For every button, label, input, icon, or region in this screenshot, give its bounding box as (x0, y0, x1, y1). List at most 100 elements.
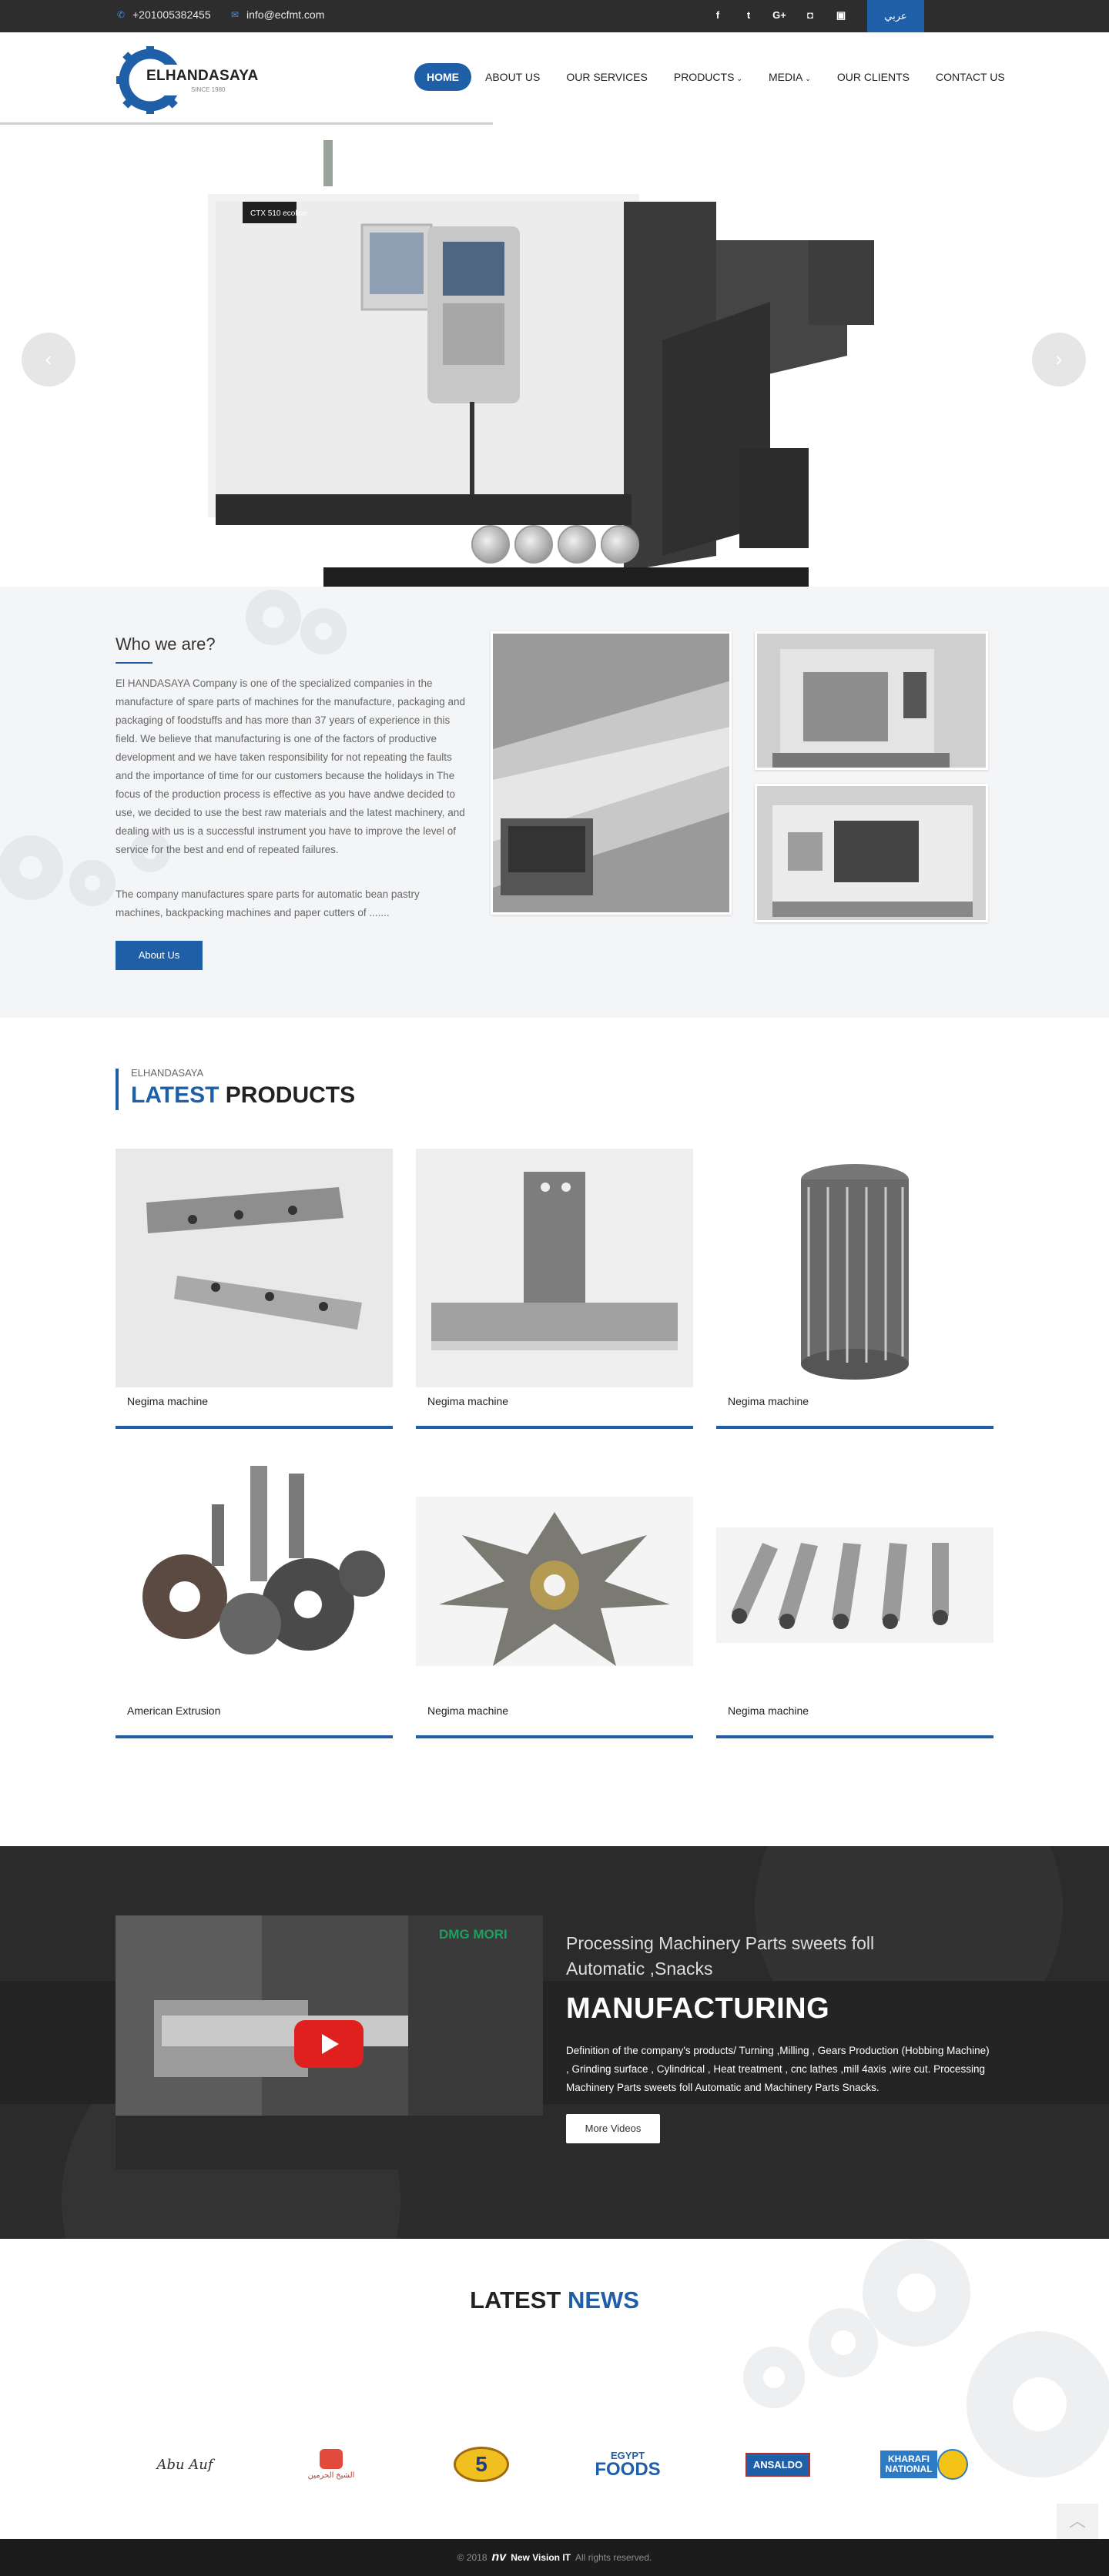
product-card[interactable]: Negima machine (416, 1458, 693, 1746)
product-card[interactable]: Negima machine (116, 1149, 393, 1437)
product-image (716, 1149, 993, 1387)
latest-products-section: ELHANDASAYA LATEST PRODUCTS Negima machi… (0, 1018, 1109, 1846)
social-links: f t G+ ◘ ▣ (702, 8, 856, 23)
about-image-milling-center (755, 631, 988, 770)
product-name: Negima machine (127, 1395, 209, 1407)
nav-item-contact-us[interactable]: CONTACT US (923, 63, 1017, 91)
logo-since: SINCE 1980 (191, 86, 226, 93)
client-logo-five[interactable]: 5 (447, 2441, 516, 2487)
slider-thumbnail[interactable] (514, 525, 553, 564)
slider-thumbnail[interactable] (471, 525, 510, 564)
news-title-dark: LATEST (470, 2287, 568, 2313)
product-image (116, 1458, 393, 1697)
more-videos-button[interactable]: More Videos (566, 2114, 660, 2143)
slider-thumbnail[interactable] (601, 525, 639, 564)
manufacturing-section: DMG MORI Processing Machinery Parts swee… (0, 1846, 1109, 2239)
about-paragraph-1: El HANDASAYA Company is one of the speci… (116, 677, 466, 855)
product-card-underline (116, 1426, 393, 1429)
slider-thumbnail[interactable] (558, 525, 596, 564)
product-image (416, 1458, 693, 1697)
scroll-to-top-button[interactable]: ︿ (1057, 2504, 1098, 2539)
video-player[interactable]: DMG MORI (116, 1915, 543, 2170)
news-title-highlight: NEWS (567, 2287, 639, 2313)
copyright-year: © 2018 (457, 2552, 487, 2563)
youtube-icon[interactable]: ▣ (826, 8, 856, 23)
phone-link[interactable]: ✆ +201005382455 (117, 8, 211, 21)
play-icon (322, 2034, 339, 2054)
clients-logo-strip: Abu Auf الشيخ الحرمين 5 EGYPT FOODS ANSA… (116, 2441, 993, 2495)
footer: © 2018 nv New Vision IT All rights reser… (0, 2539, 1109, 2576)
manufacturing-subtitle: Processing Machinery Parts sweets foll A… (566, 1933, 875, 1979)
about-us-button[interactable]: About Us (116, 941, 203, 970)
language-switch-button[interactable]: عربي (867, 0, 924, 32)
client-name: 5 (454, 2447, 509, 2482)
logo-mark (936, 2449, 968, 2480)
nav-item-media[interactable]: MEDIA ⌄ (756, 63, 823, 91)
product-card[interactable]: Negima machine (716, 1149, 993, 1437)
client-name-line2: NATIONAL (885, 2464, 933, 2474)
footer-company[interactable]: New Vision IT (511, 2552, 571, 2563)
logo-name: ELHANDASAYA (146, 68, 259, 84)
section-title-highlight: LATEST (131, 1082, 219, 1108)
product-name: Negima machine (728, 1395, 809, 1407)
product-image (116, 1149, 393, 1387)
punch-tools-photo (716, 1527, 993, 1643)
nav-item-our-clients[interactable]: OUR CLIENTS (825, 63, 922, 91)
nav-item-our-services[interactable]: OUR SERVICES (554, 63, 660, 91)
logo-mark (320, 2449, 343, 2469)
slider-next-arrow[interactable]: › (1032, 333, 1086, 386)
client-logo-kharafi-national[interactable]: KHARAFI NATIONAL (870, 2441, 978, 2487)
nav-item-home[interactable]: HOME (414, 63, 471, 91)
product-name: Negima machine (728, 1705, 809, 1717)
manufacturing-description: Definition of the company's products/ Tu… (566, 2045, 990, 2093)
top-bar: ✆ +201005382455 ✉ info@ecfmt.com f t G+ … (0, 0, 1109, 32)
product-card-underline (716, 1735, 993, 1738)
client-name-line2: FOODS (595, 2458, 661, 2480)
product-name: Negima machine (427, 1705, 509, 1717)
product-card[interactable]: Negima machine (416, 1149, 693, 1437)
email-link[interactable]: ✉ info@ecfmt.com (231, 8, 324, 21)
product-name: Negima machine (427, 1395, 509, 1407)
youtube-play-button[interactable] (294, 2020, 364, 2068)
client-logo-ansaldo[interactable]: ANSALDO (739, 2441, 816, 2487)
product-image (416, 1149, 693, 1387)
gears-and-shafts-photo (142, 1466, 385, 1654)
chevron-up-icon: ︿ (1068, 2511, 1086, 2531)
product-card-underline (716, 1426, 993, 1429)
instagram-icon[interactable]: ◘ (795, 8, 826, 23)
nav-item-products-label: PRODUCTS (673, 71, 735, 83)
facebook-icon[interactable]: f (702, 8, 733, 23)
client-logo-abu-auf[interactable]: Abu Auf (139, 2441, 231, 2487)
product-card[interactable]: American Extrusion (116, 1458, 393, 1746)
latest-news-section: LATEST NEWS Abu Auf الشيخ الحرمين 5 EGYP… (0, 2239, 1109, 2539)
client-name: KHARAFI NATIONAL (880, 2451, 937, 2478)
client-name: Abu Auf (156, 2456, 213, 2473)
blade-bars-photo (146, 1187, 362, 1330)
cnc-machine-image: CTX 510 ecoline (208, 140, 874, 587)
footer-rights: All rights reserved. (575, 2552, 652, 2563)
nav-item-about-us[interactable]: ABOUT US (473, 63, 552, 91)
client-logo-alsheikh[interactable]: الشيخ الحرمين (297, 2441, 366, 2487)
client-logo-egypt-foods[interactable]: EGYPT FOODS (578, 2441, 678, 2487)
hero-slider: CTX 510 ecoline ‹ › (0, 125, 1109, 587)
section-accent-bar (116, 1069, 119, 1110)
section-kicker: ELHANDASAYA (131, 1067, 204, 1079)
about-title: Who we are? (116, 634, 216, 654)
product-card[interactable]: Negima machine (716, 1458, 993, 1746)
slider-prev-arrow[interactable]: ‹ (22, 333, 75, 386)
client-name: ANSALDO (745, 2452, 811, 2477)
main-nav: HOME ABOUT US OUR SERVICES PRODUCTS ⌄ MED… (414, 63, 1019, 91)
chevron-down-icon: ⌄ (736, 75, 742, 82)
product-name: American Extrusion (127, 1705, 221, 1717)
logo[interactable]: ELHANDASAYA SINCE 1980 (116, 42, 262, 119)
section-title: LATEST PRODUCTS (131, 1082, 355, 1109)
lathe-photo (493, 634, 729, 912)
about-section: Who we are? El HANDASAYA Company is one … (0, 587, 1109, 1018)
google-plus-icon[interactable]: G+ (764, 8, 795, 23)
twitter-icon[interactable]: t (733, 8, 764, 23)
nav-item-products[interactable]: PRODUCTS ⌄ (662, 63, 755, 91)
about-paragraph-2: The company manufactures spare parts for… (116, 888, 420, 918)
slider-thumbnails (471, 525, 639, 564)
about-image-lathe (491, 631, 732, 915)
new-vision-logo-icon: nv (491, 2551, 507, 2564)
